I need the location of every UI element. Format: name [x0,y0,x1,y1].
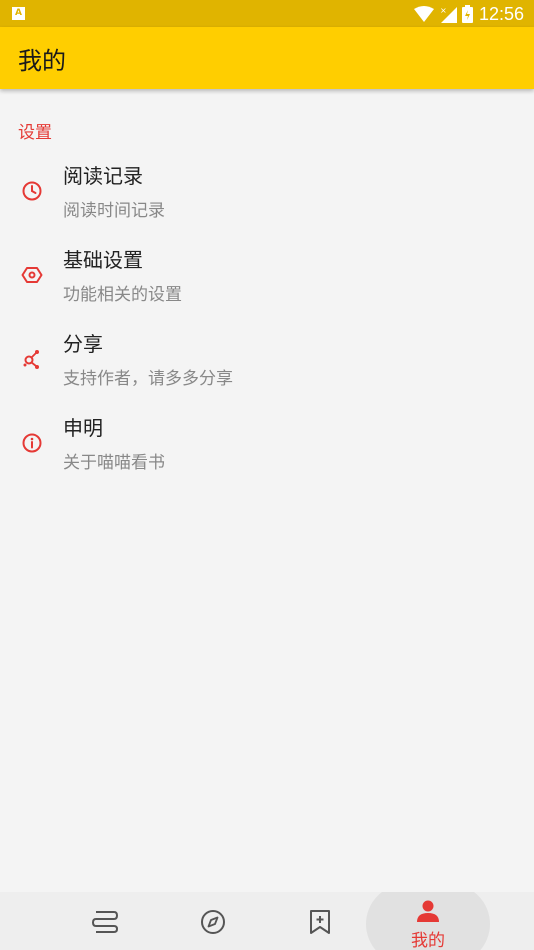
item-title: 申明 [63,416,103,440]
svg-text:×: × [440,6,447,15]
item-subtitle: 阅读时间记录 [63,201,165,221]
list-item-reading-history[interactable]: 阅读记录 阅读时间记录 [0,160,534,240]
battery-icon [461,5,473,23]
list-item-basic-settings[interactable]: 基础设置 功能相关的设置 [0,244,534,324]
item-subtitle: 功能相关的设置 [63,285,182,305]
person-icon [417,900,439,922]
nav-label-mine: 我的 [411,931,445,950]
nav-tab-discover[interactable] [160,892,266,950]
hexagon-settings-icon [21,264,43,286]
bookshelf-icon [91,911,119,933]
item-title: 阅读记录 [63,164,143,188]
signal-icon: × [439,5,457,23]
page-title: 我的 [18,47,66,75]
list-item-statement[interactable]: 申明 关于喵喵看书 [0,412,534,492]
app-bar: 我的 [0,27,534,89]
item-title: 基础设置 [63,248,143,272]
item-title: 分享 [63,332,103,356]
bookmark-add-icon [310,910,330,934]
status-bar: A × 12:56 [0,0,534,27]
nav-tab-bookshelf[interactable] [52,892,158,950]
bottom-navigation: 我的 [0,892,534,950]
share-icon [21,348,43,370]
clock-icon [21,180,43,202]
compass-icon [201,910,225,934]
list-item-share[interactable]: 分享 支持作者，请多多分享 [0,328,534,408]
item-subtitle: 关于喵喵看书 [63,453,165,473]
info-icon [21,432,43,454]
nav-tab-mine[interactable]: 我的 [375,892,481,950]
item-subtitle: 支持作者，请多多分享 [63,369,233,389]
notification-icon: A [12,7,25,20]
wifi-icon [413,6,434,22]
nav-tab-bookmarks[interactable] [267,892,373,950]
section-header-settings: 设置 [18,123,52,143]
status-time: 12:56 [478,3,524,24]
